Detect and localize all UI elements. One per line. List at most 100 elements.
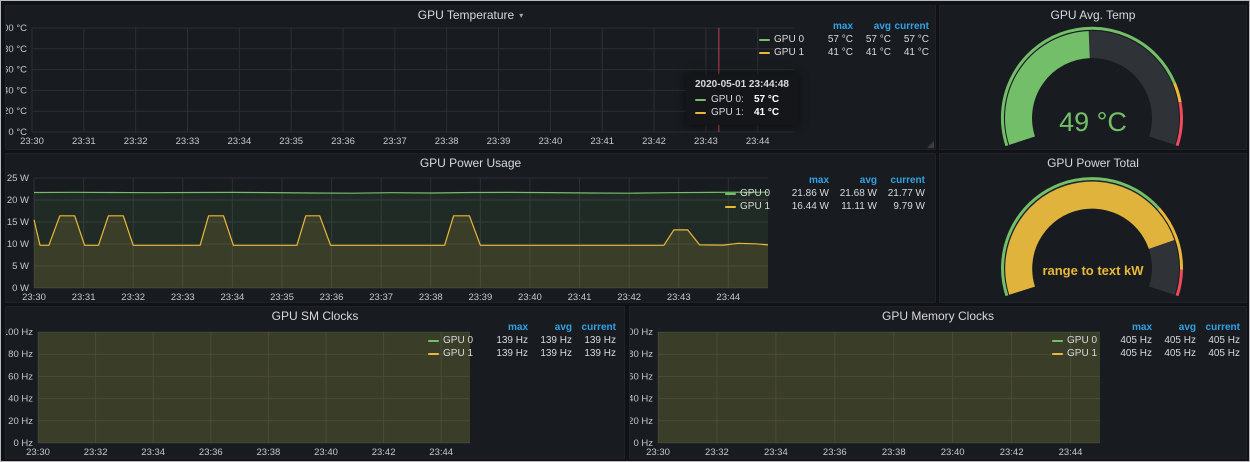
- panel-header-gpu-avg-temp[interactable]: GPU Avg. Temp: [940, 6, 1246, 24]
- series-marker-gpu0: [1052, 340, 1063, 342]
- svg-text:23:32: 23:32: [705, 447, 729, 458]
- panel-gpu-avg-temp: GPU Avg. Temp 49 °C: [939, 5, 1247, 150]
- svg-text:23:40: 23:40: [518, 292, 542, 302]
- svg-text:23:34: 23:34: [220, 292, 244, 302]
- stat-max: 41 °C: [815, 46, 853, 59]
- svg-text:25 W: 25 W: [7, 173, 29, 184]
- svg-text:23:38: 23:38: [419, 292, 443, 302]
- svg-text:23:36: 23:36: [199, 447, 223, 458]
- svg-text:40 Hz: 40 Hz: [630, 394, 653, 405]
- svg-text:40 °C: 40 °C: [6, 85, 27, 96]
- legend-row-gpu0[interactable]: GPU 0 21.86 W 21.68 W 21.77 W: [725, 187, 925, 200]
- svg-text:23:38: 23:38: [435, 136, 459, 147]
- legend-row-gpu1[interactable]: GPU 1 16.44 W 11.11 W 9.79 W: [725, 200, 925, 213]
- svg-text:60 °C: 60 °C: [6, 65, 27, 76]
- svg-text:40 Hz: 40 Hz: [8, 394, 33, 405]
- legend-row-gpu0[interactable]: GPU 0 57 °C 57 °C 57 °C: [759, 33, 929, 46]
- panel-header-gpu-power-total[interactable]: GPU Power Total: [940, 154, 1246, 172]
- legend-table: max avg current GPU 0 405 Hz 405 Hz 405 …: [1052, 321, 1240, 360]
- stat-current: 9.79 W: [877, 200, 925, 213]
- svg-text:23:32: 23:32: [121, 292, 145, 302]
- series-label: GPU 1: [1067, 347, 1097, 360]
- series-label: GPU 0: [774, 33, 804, 46]
- svg-text:23:41: 23:41: [590, 136, 614, 147]
- panel-resize-handle[interactable]: [927, 141, 934, 148]
- svg-text:23:33: 23:33: [171, 292, 195, 302]
- svg-text:23:31: 23:31: [72, 136, 96, 147]
- panel-gpu-memory-clocks: GPU Memory Clocks 0 Hz20 Hz40 Hz60 Hz80 …: [629, 306, 1247, 459]
- svg-text:23:30: 23:30: [20, 136, 44, 147]
- legend-col-max[interactable]: max: [781, 174, 829, 187]
- svg-text:23:44: 23:44: [1059, 447, 1083, 458]
- svg-text:23:34: 23:34: [141, 447, 165, 458]
- panel-title: GPU Memory Clocks: [882, 309, 994, 323]
- panel-header-gpu-power-usage[interactable]: GPU Power Usage: [6, 154, 935, 172]
- svg-text:23:34: 23:34: [764, 447, 788, 458]
- series-marker-gpu0: [428, 340, 439, 342]
- panel-gpu-sm-clocks: GPU SM Clocks 0 Hz20 Hz40 Hz60 Hz80 Hz10…: [5, 306, 625, 459]
- series-marker-gpu0: [725, 193, 736, 195]
- legend-row-gpu1[interactable]: GPU 1 41 °C 41 °C 41 °C: [759, 46, 929, 59]
- legend-col-avg[interactable]: avg: [829, 174, 877, 187]
- stat-current: 139 Hz: [572, 334, 616, 347]
- svg-text:23:38: 23:38: [882, 447, 906, 458]
- stat-avg: 21.68 W: [829, 187, 877, 200]
- legend-row-gpu0[interactable]: GPU 0 405 Hz 405 Hz 405 Hz: [1052, 334, 1240, 347]
- series-label: GPU 1: [443, 347, 473, 360]
- legend-table: max avg current GPU 0 57 °C 57 °C 57 °C …: [759, 20, 929, 59]
- panel-header-gpu-temperature[interactable]: GPU Temperature ▾: [6, 6, 935, 24]
- panel-title: GPU Avg. Temp: [1051, 8, 1136, 22]
- svg-text:80 Hz: 80 Hz: [630, 349, 653, 360]
- svg-text:5 W: 5 W: [12, 261, 29, 272]
- svg-text:23:37: 23:37: [369, 292, 393, 302]
- svg-text:23:40: 23:40: [538, 136, 562, 147]
- stat-current: 405 Hz: [1196, 347, 1240, 360]
- svg-text:20 Hz: 20 Hz: [8, 416, 33, 427]
- tooltip-series-value: 41 °C: [754, 107, 779, 118]
- series-marker-gpu1: [759, 52, 770, 54]
- legend-row-gpu0[interactable]: GPU 0 139 Hz 139 Hz 139 Hz: [428, 334, 616, 347]
- svg-text:23:30: 23:30: [22, 292, 46, 302]
- stat-avg: 41 °C: [853, 46, 891, 59]
- svg-text:23:44: 23:44: [746, 136, 770, 147]
- svg-text:23:34: 23:34: [227, 136, 251, 147]
- series-label: GPU 0: [1067, 334, 1097, 347]
- stat-current: 139 Hz: [572, 347, 616, 360]
- svg-text:100 °C: 100 °C: [6, 23, 27, 34]
- svg-text:23:43: 23:43: [694, 136, 718, 147]
- legend-col-current[interactable]: current: [877, 174, 925, 187]
- stat-max: 139 Hz: [484, 334, 528, 347]
- svg-text:23:30: 23:30: [646, 447, 670, 458]
- panel-header-gpu-sm-clocks[interactable]: GPU SM Clocks: [6, 307, 624, 325]
- svg-text:60 Hz: 60 Hz: [630, 371, 653, 382]
- tooltip-row-gpu1: GPU 1: 41 °C: [695, 106, 789, 119]
- gpu-power-total-gauge: [940, 154, 1246, 302]
- svg-text:100 Hz: 100 Hz: [6, 327, 33, 338]
- stat-avg: 139 Hz: [528, 334, 572, 347]
- stat-current: 57 °C: [891, 33, 929, 46]
- svg-text:20 W: 20 W: [7, 195, 29, 206]
- svg-text:23:44: 23:44: [716, 292, 740, 302]
- stat-avg: 57 °C: [853, 33, 891, 46]
- svg-text:23:32: 23:32: [124, 136, 148, 147]
- tooltip-series-value: 57 °C: [754, 94, 779, 105]
- stat-max: 139 Hz: [484, 347, 528, 360]
- svg-text:23:42: 23:42: [617, 292, 641, 302]
- svg-text:10 W: 10 W: [7, 239, 29, 250]
- svg-text:80 Hz: 80 Hz: [8, 349, 33, 360]
- svg-text:23:43: 23:43: [667, 292, 691, 302]
- legend-row-gpu1[interactable]: GPU 1 139 Hz 139 Hz 139 Hz: [428, 347, 616, 360]
- stat-avg: 405 Hz: [1152, 334, 1196, 347]
- svg-text:23:35: 23:35: [279, 136, 303, 147]
- panel-header-gpu-memory-clocks[interactable]: GPU Memory Clocks: [630, 307, 1246, 325]
- stat-avg: 405 Hz: [1152, 347, 1196, 360]
- tooltip-timestamp: 2020-05-01 23:44:48: [695, 79, 789, 90]
- legend-row-gpu1[interactable]: GPU 1 405 Hz 405 Hz 405 Hz: [1052, 347, 1240, 360]
- tooltip-row-gpu0: GPU 0: 57 °C: [695, 93, 789, 106]
- svg-text:23:38: 23:38: [257, 447, 281, 458]
- svg-text:23:35: 23:35: [270, 292, 294, 302]
- panel-gpu-temperature: GPU Temperature ▾ 0 °C20 °C40 °C60 °C80 …: [5, 5, 936, 150]
- tooltip-series-name: GPU 0:: [711, 94, 749, 105]
- svg-text:23:40: 23:40: [941, 447, 965, 458]
- svg-text:15 W: 15 W: [7, 217, 29, 228]
